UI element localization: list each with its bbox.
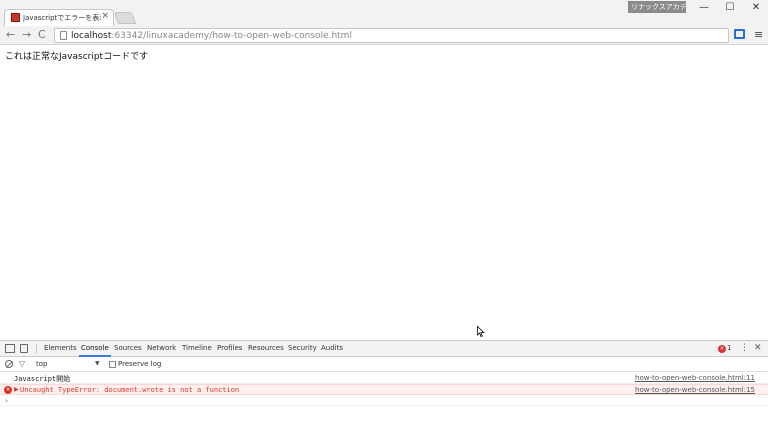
clear-console-icon[interactable] [5, 360, 13, 368]
favicon-icon [11, 13, 20, 22]
console-prompt-icon: › [5, 396, 9, 405]
tab-console[interactable]: Console [79, 344, 111, 357]
page-text: これは正常なJavascriptコードです [5, 52, 149, 62]
page-icon [60, 31, 67, 40]
error-count: 1 [727, 344, 732, 352]
url-text[interactable]: localhost:63342/linuxacademy/how-to-open… [71, 31, 352, 41]
console-row-log: Javascript開始 how-to-open-web-console.htm… [0, 373, 768, 384]
cast-icon[interactable] [734, 29, 745, 39]
expand-arrow-icon[interactable]: ▶ [14, 386, 19, 393]
console-source-link[interactable]: how-to-open-web-console.html:15 [635, 386, 755, 394]
tab-sources[interactable]: Sources [114, 344, 142, 352]
context-select[interactable]: top [36, 360, 47, 368]
reload-icon[interactable]: C [38, 28, 46, 41]
tab-close-icon[interactable]: × [101, 11, 109, 21]
title-bar: Javascriptでエラーを表示する × リナックスアカデミー — ☐ ✕ [0, 0, 768, 26]
error-icon: × [4, 386, 12, 394]
tab-audits[interactable]: Audits [321, 344, 343, 352]
menu-icon[interactable]: ≡ [754, 28, 763, 41]
close-window-button[interactable]: ✕ [744, 2, 768, 16]
devtools-panel: Elements Console Sources Network Timelin… [0, 340, 768, 432]
tab-profiles[interactable]: Profiles [217, 344, 242, 352]
address-bar[interactable]: localhost:63342/linuxacademy/how-to-open… [54, 28, 729, 43]
tab-title: Javascriptでエラーを表示する [23, 14, 101, 22]
url-host: localhost [71, 31, 112, 41]
devtools-tabbar: Elements Console Sources Network Timelin… [0, 341, 768, 357]
console-prompt-row[interactable]: › [0, 395, 768, 406]
close-devtools-icon[interactable]: ✕ [754, 343, 762, 353]
maximize-button[interactable]: ☐ [718, 2, 742, 16]
console-source-link[interactable]: how-to-open-web-console.html:11 [635, 374, 755, 382]
tab-security[interactable]: Security [288, 344, 317, 352]
minimize-button[interactable]: — [692, 2, 716, 16]
browser-tab[interactable]: Javascriptでエラーを表示する × [4, 9, 114, 26]
console-row-error: × ▶ Uncaught TypeError: document.wrote i… [0, 384, 768, 395]
forward-icon[interactable]: → [22, 28, 31, 41]
console-output: Javascript開始 how-to-open-web-console.htm… [0, 373, 768, 406]
tab-resources[interactable]: Resources [248, 344, 284, 352]
tab-network[interactable]: Network [147, 344, 176, 352]
more-options-icon[interactable]: ⋮ [740, 343, 749, 353]
back-icon[interactable]: ← [6, 28, 15, 41]
browser-toolbar: ← → C localhost:63342/linuxacademy/how-t… [0, 26, 768, 45]
filter-icon[interactable]: ▽ [19, 359, 25, 368]
console-filter-bar: ▽ top ▼ Preserve log [0, 358, 768, 372]
preserve-log-label: Preserve log [118, 360, 162, 368]
tab-timeline[interactable]: Timeline [182, 344, 212, 352]
error-counter[interactable]: × 1 [718, 344, 731, 353]
tab-elements[interactable]: Elements [44, 344, 77, 352]
new-tab-button[interactable] [113, 12, 137, 24]
console-error-message: Uncaught TypeError: document.wrote is no… [20, 386, 240, 394]
inspect-icon[interactable] [5, 344, 15, 353]
device-mode-icon[interactable] [20, 344, 28, 353]
console-message: Javascript開始 [14, 375, 71, 383]
profile-badge[interactable]: リナックスアカデミー [628, 1, 686, 13]
preserve-log-checkbox[interactable] [109, 361, 116, 368]
divider [36, 344, 37, 354]
page-viewport: これは正常なJavascriptコードです [0, 46, 768, 340]
error-icon: × [718, 345, 726, 353]
chevron-down-icon[interactable]: ▼ [95, 360, 100, 367]
url-path: :63342/linuxacademy/how-to-open-web-cons… [111, 31, 352, 41]
mouse-cursor-icon [477, 326, 485, 337]
